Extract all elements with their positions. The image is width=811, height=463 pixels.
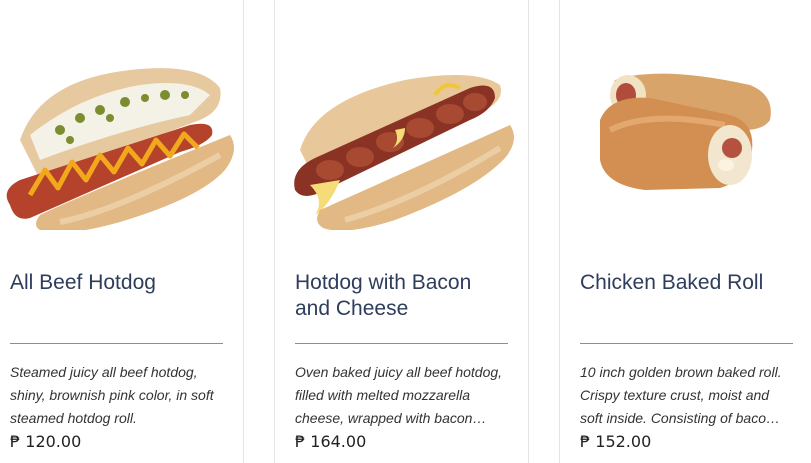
description-line: soft inside. Consisting of baco… (580, 410, 780, 426)
product-card-bacon-cheese-hotdog[interactable]: Hotdog with Bacon and Cheese Oven baked … (285, 0, 528, 463)
column-divider (274, 0, 275, 463)
column-divider (559, 0, 560, 463)
description-line: filled with melted mozzarella (295, 387, 471, 403)
product-card-all-beef-hotdog[interactable]: All Beef Hotdog Steamed juicy all beef h… (0, 0, 243, 463)
product-description: 10 inch golden brown baked roll. Crispy … (580, 361, 802, 430)
description-line: Steamed juicy all beef hotdog, (10, 364, 198, 380)
product-title[interactable]: Hotdog with Bacon and Cheese (295, 270, 520, 322)
product-title[interactable]: Chicken Baked Roll (580, 270, 763, 296)
description-line: cheese, wrapped with bacon… (295, 410, 487, 426)
title-divider (10, 343, 223, 344)
product-title[interactable]: All Beef Hotdog (10, 270, 156, 296)
title-line: and Cheese (295, 297, 409, 320)
product-price: ₱ 164.00 (295, 432, 367, 451)
bacon-cheese-hotdog-image[interactable] (285, 40, 528, 230)
product-description: Oven baked juicy all beef hotdog, filled… (295, 361, 520, 430)
product-price: ₱ 120.00 (10, 432, 82, 451)
column-divider (243, 0, 244, 463)
title-line: Hotdog with Bacon (295, 271, 472, 294)
description-line: steamed hotdog roll. (10, 410, 137, 426)
column-divider (528, 0, 529, 463)
product-description: Steamed juicy all beef hotdog, shiny, br… (10, 361, 235, 430)
all-beef-hotdog-image[interactable] (0, 40, 243, 230)
title-divider (580, 343, 793, 344)
product-card-chicken-baked-roll[interactable]: Chicken Baked Roll 10 inch golden brown … (570, 0, 811, 463)
product-price: ₱ 152.00 (580, 432, 652, 451)
chicken-baked-roll-image[interactable] (570, 40, 811, 230)
title-divider (295, 343, 508, 344)
description-line: shiny, brownish pink color, in soft (10, 387, 214, 403)
description-line: Oven baked juicy all beef hotdog, (295, 364, 503, 380)
description-line: 10 inch golden brown baked roll. (580, 364, 782, 380)
description-line: Crispy texture crust, moist and (580, 387, 770, 403)
